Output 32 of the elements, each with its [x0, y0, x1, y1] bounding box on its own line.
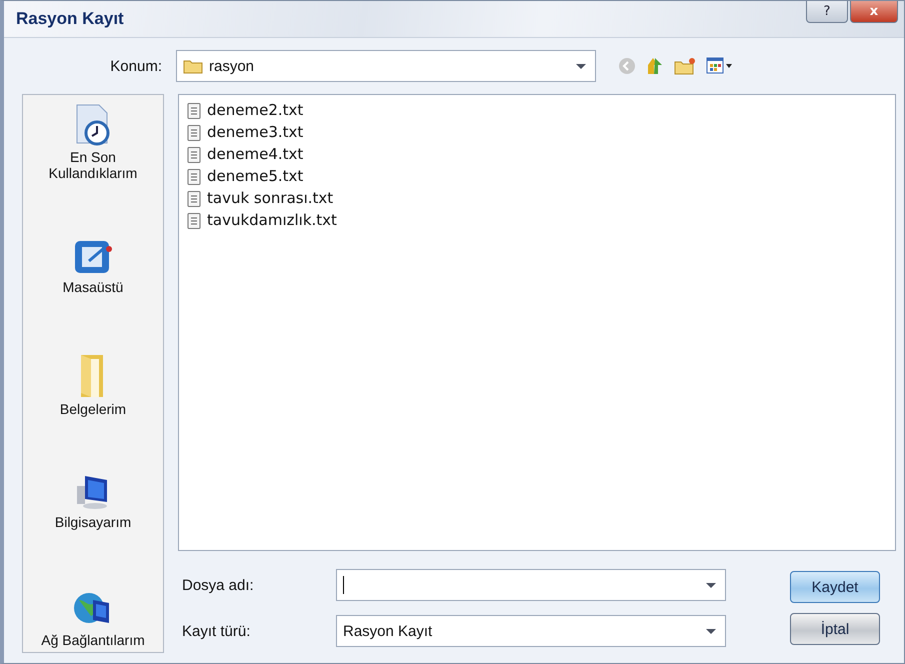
view-menu-icon[interactable] [706, 57, 734, 75]
location-dropdown[interactable]: rasyon [176, 50, 596, 82]
text-file-icon [187, 102, 201, 118]
up-arrow-icon[interactable] [646, 56, 664, 76]
window-title: Rasyon Kayıt [16, 9, 124, 29]
place-item[interactable]: En Son Kullandıklarım [23, 103, 163, 181]
place-item[interactable]: Belgelerim [23, 350, 163, 416]
file-item[interactable]: tavukdamızlık.txt [187, 209, 337, 231]
text-file-icon [187, 212, 201, 228]
back-icon[interactable] [618, 57, 636, 75]
folder-icon [183, 58, 203, 74]
file-name-field[interactable] [336, 569, 726, 601]
file-name-label: Dosya adı: [181, 576, 255, 594]
help-button[interactable]: ? [806, 1, 848, 23]
file-item[interactable]: deneme2.txt [187, 99, 337, 121]
text-file-icon [187, 168, 201, 184]
place-item[interactable]: Masaüstü [23, 236, 163, 295]
file-type-dropdown[interactable]: Rasyon Kayıt [336, 615, 726, 647]
save-button[interactable]: Kaydet [790, 571, 880, 603]
text-file-icon [187, 124, 201, 140]
text-file-icon [187, 146, 201, 162]
location-label: Konum: [109, 58, 162, 74]
file-item[interactable]: deneme3.txt [187, 121, 337, 143]
cancel-button[interactable]: İptal [790, 613, 880, 645]
text-file-icon [187, 190, 201, 206]
file-item[interactable]: deneme4.txt [187, 143, 337, 165]
file-item[interactable]: tavuk sonrası.txt [187, 187, 337, 209]
place-item[interactable]: Bilgisayarım [23, 472, 163, 530]
file-item[interactable]: deneme5.txt [187, 165, 337, 187]
file-type-label: Kayıt türü: [181, 622, 252, 640]
new-folder-icon[interactable] [674, 57, 696, 75]
place-item[interactable]: Ağ Bağlantılarım [23, 586, 163, 648]
